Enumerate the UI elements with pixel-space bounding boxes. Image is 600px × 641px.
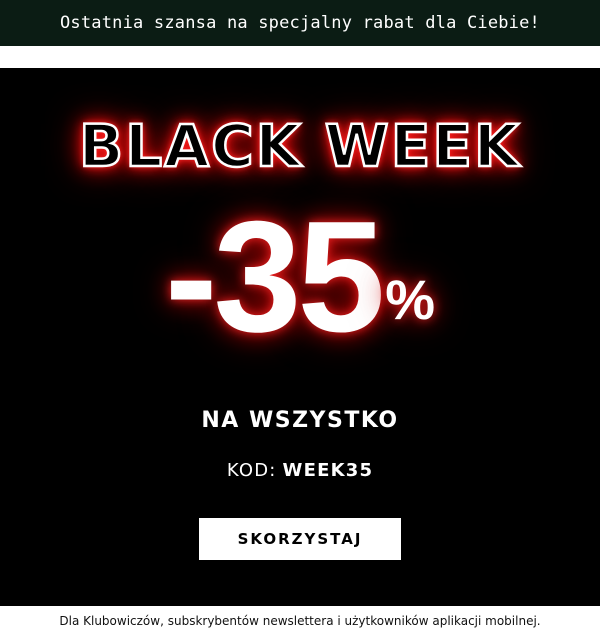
skorzystaj-button[interactable]: SKORZYSTAJ — [199, 518, 401, 560]
discount-value: -35 — [164, 189, 385, 365]
promo-code-value: WEEK35 — [282, 460, 374, 481]
discount-scope: NA WSZYSTKO — [201, 408, 399, 433]
discount-display: -35 % — [0, 189, 600, 365]
promo-banner-top: Ostatnia szansa na specjalny rabat dla C… — [0, 0, 600, 46]
promo-code-label: KOD: — [226, 460, 277, 481]
promo-banner-text: Ostatnia szansa na specjalny rabat dla C… — [59, 13, 540, 33]
black-week-title: BLACK WEEK — [78, 111, 521, 182]
promo-code-line: KOD: WEEK35 — [0, 460, 600, 481]
cta-label: SKORZYSTAJ — [237, 530, 363, 548]
eligibility-note: Dla Klubowiczów, subskrybentów newslette… — [59, 614, 541, 628]
percent-sign: % — [385, 268, 436, 331]
